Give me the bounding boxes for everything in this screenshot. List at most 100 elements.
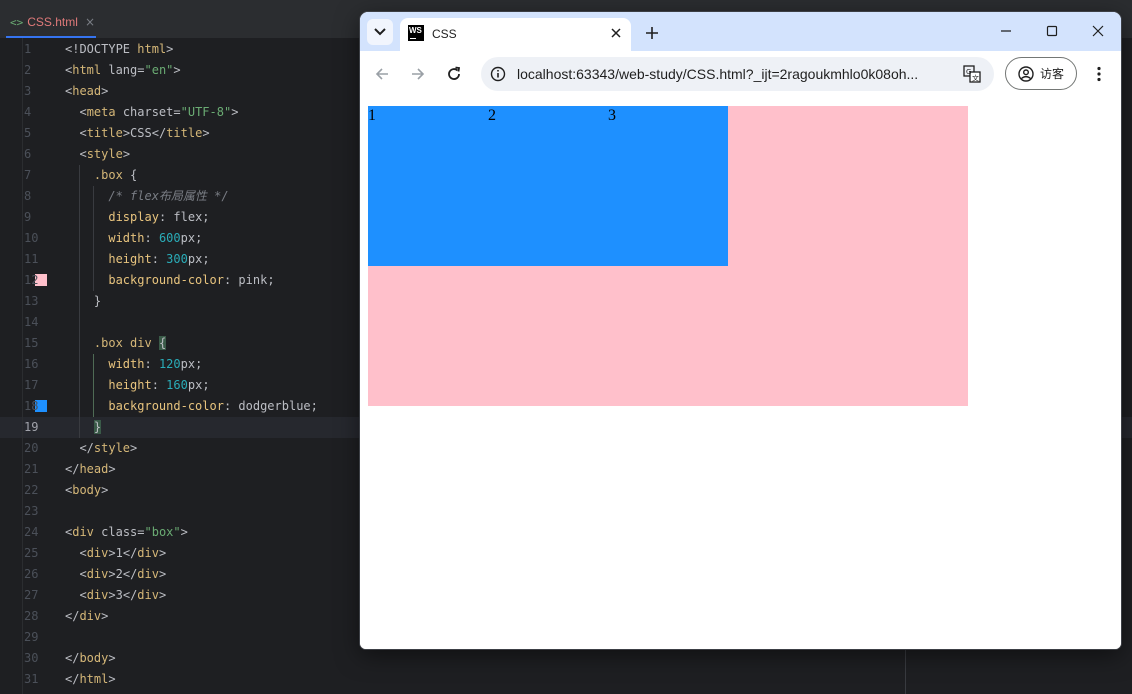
- line-number: 6: [24, 147, 32, 161]
- code-text: </body>: [65, 651, 116, 665]
- editor-tab-css-html[interactable]: <> CSS.html ×: [6, 8, 96, 38]
- line-number: 25: [24, 546, 39, 560]
- line-number: 30: [24, 651, 39, 665]
- line-number: 3: [24, 84, 32, 98]
- svg-text:文: 文: [972, 74, 979, 83]
- browser-window: WS CSS localhost:63343/web-study/CSS.htm…: [360, 12, 1121, 649]
- code-text: height: 160px;: [108, 378, 210, 392]
- browser-tab[interactable]: WS CSS: [400, 18, 631, 51]
- translate-icon: G文: [963, 65, 981, 83]
- line-number: 11: [24, 252, 39, 266]
- flex-item-2: 2: [488, 106, 608, 266]
- line-number: 5: [24, 126, 32, 140]
- window-close-button[interactable]: [1081, 19, 1115, 43]
- line-number: 2: [24, 63, 32, 77]
- code-text: <!DOCTYPE html>: [65, 42, 174, 56]
- browser-menu-button[interactable]: [1089, 63, 1109, 85]
- line-number: 26: [24, 567, 39, 581]
- code-text: background-color: pink;: [108, 273, 275, 287]
- code-text: </head>: [65, 462, 116, 476]
- code-text: /* flex布局属性 */: [108, 189, 229, 203]
- back-button[interactable]: [370, 62, 394, 86]
- line-number: 16: [24, 357, 39, 371]
- code-text: <html lang="en">: [65, 63, 181, 77]
- line-number: 17: [24, 378, 39, 392]
- code-text: <head>: [65, 84, 109, 98]
- code-text: width: 600px;: [108, 231, 203, 245]
- tab-close-button[interactable]: [606, 23, 626, 43]
- arrow-left-icon: [375, 68, 388, 80]
- code-text: <div>3</div>: [79, 588, 167, 602]
- code-line: 30 </body>: [0, 648, 1132, 669]
- page-viewport: 1 2 3: [360, 98, 1121, 649]
- line-number: 22: [24, 483, 39, 497]
- code-text: <body>: [65, 483, 109, 497]
- address-bar[interactable]: localhost:63343/web-study/CSS.html?_ijt=…: [481, 57, 994, 91]
- url-text[interactable]: localhost:63343/web-study/CSS.html?_ijt=…: [517, 66, 957, 82]
- close-icon: [1092, 25, 1104, 37]
- line-number: 20: [24, 441, 39, 455]
- new-tab-button[interactable]: [640, 21, 664, 45]
- tab-search-button[interactable]: [367, 19, 393, 45]
- close-icon: [611, 28, 621, 38]
- flex-box: 1 2 3: [368, 106, 968, 406]
- html-file-icon: <>: [10, 15, 24, 29]
- code-text: <style>: [79, 147, 131, 161]
- code-text: <div>1</div>: [79, 546, 167, 560]
- editor-tab-label: CSS.html: [27, 15, 78, 29]
- webstorm-icon: WS: [408, 25, 424, 41]
- browser-tab-title: CSS: [432, 27, 457, 41]
- line-number: 12: [24, 273, 39, 287]
- profile-label: 访客: [1040, 67, 1065, 81]
- code-text: <title>CSS</title>: [79, 126, 210, 140]
- code-text: <div class="box">: [65, 525, 188, 539]
- line-number: 27: [24, 588, 39, 602]
- browser-toolbar: localhost:63343/web-study/CSS.html?_ijt=…: [360, 51, 1121, 99]
- code-text: </style>: [79, 441, 138, 455]
- site-info-icon[interactable]: [488, 64, 508, 84]
- forward-button[interactable]: [406, 62, 430, 86]
- code-text: .box div {: [93, 336, 167, 350]
- code-text: .box {: [93, 168, 138, 182]
- account-circle-icon: [1018, 65, 1034, 82]
- line-number: 29: [24, 630, 39, 644]
- reload-icon: [448, 66, 461, 80]
- code-text: </html>: [65, 672, 116, 686]
- arrow-right-icon: [412, 68, 425, 80]
- reload-button[interactable]: [442, 62, 466, 86]
- code-text: }: [93, 420, 102, 434]
- minimize-button[interactable]: [989, 19, 1023, 43]
- code-text: </div>: [65, 609, 109, 623]
- line-number: 23: [24, 504, 39, 518]
- code-text: display: flex;: [108, 210, 210, 224]
- line-number: 31: [24, 672, 39, 686]
- code-text: }: [65, 294, 102, 308]
- svg-text:G: G: [966, 68, 971, 76]
- maximize-button[interactable]: [1035, 19, 1069, 43]
- line-number: 4: [24, 105, 32, 119]
- code-text: <div>2</div>: [79, 567, 167, 581]
- flex-item-3: 3: [608, 106, 728, 266]
- close-icon[interactable]: ×: [85, 15, 95, 29]
- plus-icon: [646, 27, 658, 39]
- more-vertical-icon: [1097, 66, 1101, 82]
- line-number: 8: [24, 189, 32, 203]
- code-line: 31 </html>: [0, 669, 1132, 690]
- line-number: 15: [24, 336, 39, 350]
- line-number: 13: [24, 294, 39, 308]
- line-number: 1: [24, 42, 32, 56]
- line-number: 28: [24, 609, 39, 623]
- minimize-icon: [1001, 30, 1011, 32]
- translate-button[interactable]: G文: [962, 64, 982, 84]
- code-text: <meta charset="UTF-8">: [79, 105, 239, 119]
- line-number: 21: [24, 462, 39, 476]
- profile-button[interactable]: 访客: [1005, 57, 1077, 90]
- code-text: height: 300px;: [108, 252, 210, 266]
- line-number: 14: [24, 315, 39, 329]
- info-circle-icon: [490, 66, 506, 82]
- flex-item-1: 1: [368, 106, 488, 266]
- line-number: 18: [24, 399, 39, 413]
- line-number: 9: [24, 210, 32, 224]
- code-text: width: 120px;: [108, 357, 203, 371]
- code-text: background-color: dodgerblue;: [108, 399, 318, 413]
